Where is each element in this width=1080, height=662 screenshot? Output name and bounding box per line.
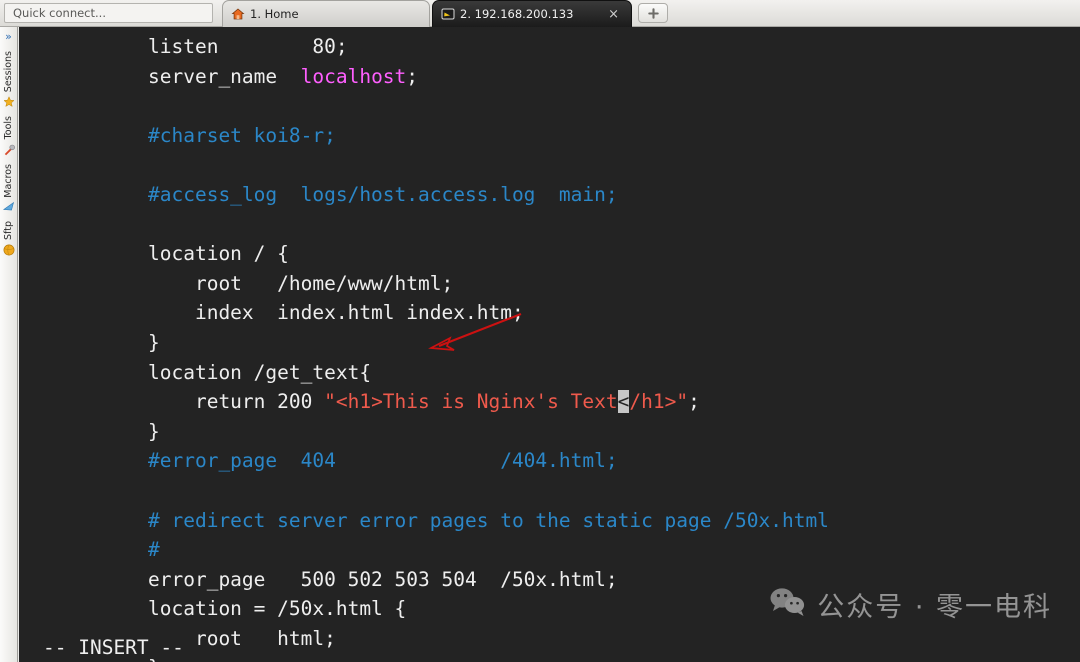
code-line: #error_page 404 /404.html; (19, 446, 829, 476)
code-token: /h1>" (629, 390, 689, 414)
code-line: # redirect server error pages to the sta… (19, 506, 829, 536)
watermark-text: 公众号 · 零一电科 (817, 592, 1052, 623)
code-token: index index.html index.htm; (148, 301, 524, 325)
star-icon (2, 95, 15, 108)
code-line: location / { (19, 239, 829, 269)
code-line: location = /50x.html { (19, 594, 829, 624)
expand-sidebar-icon[interactable]: » (5, 31, 12, 43)
terminal-pane[interactable]: listen 80; server_name localhost; #charse… (19, 27, 1080, 662)
left-sidebar: » Sessions Tools Macros Sftp (0, 27, 18, 662)
tab-home[interactable]: 1. Home (222, 0, 430, 27)
code-token: location = /50x.html { (148, 597, 407, 621)
code-token: #access_log logs/host.access.log main; (148, 182, 618, 206)
code-token: # (148, 538, 160, 562)
macros-icon (2, 200, 15, 212)
sidebar-item-tools[interactable]: Tools (3, 116, 15, 159)
close-icon[interactable]: × (606, 8, 621, 21)
sidebar-item-sessions[interactable]: Sessions (2, 51, 15, 112)
code-token: root /home/www/html; (148, 271, 454, 295)
text-cursor: < (617, 390, 630, 414)
code-line: #access_log logs/host.access.log main; (19, 180, 829, 210)
code-token: } (148, 419, 160, 443)
terminal-icon (441, 7, 455, 21)
home-icon (231, 7, 245, 21)
sidebar-item-sftp[interactable]: Sftp (3, 221, 15, 260)
code-line: return 200 "<h1>This is Nginx's Text</h1… (19, 387, 829, 417)
code-token: location /get_text{ (148, 360, 372, 384)
tab-session-label: 2. 192.168.200.133 (460, 7, 574, 21)
new-tab-button[interactable] (638, 3, 668, 23)
code-token: "<h1>This is Nginx's Text (324, 390, 618, 414)
code-token: return 200 (148, 390, 325, 414)
vim-editor-buffer[interactable]: listen 80; server_name localhost; #charse… (19, 27, 829, 662)
code-token: location / { (148, 242, 289, 266)
code-line: } (19, 328, 829, 358)
code-token: #error_page 404 /404.html; (148, 449, 618, 473)
code-token: #charset koi8-r; (148, 123, 336, 147)
code-token: } (148, 330, 160, 354)
code-line: listen 80; (19, 32, 829, 62)
sidebar-item-sessions-label: Sessions (3, 51, 14, 93)
code-token: server_name (148, 64, 301, 88)
top-toolbar: Quick connect... 1. Home 2. 192.168.200.… (0, 0, 1080, 27)
code-line: #charset koi8-r; (19, 121, 829, 151)
code-line: } (19, 417, 829, 447)
watermark: 公众号 · 零一电科 (769, 585, 1052, 624)
code-token: listen 80; (148, 35, 348, 58)
code-line: server_name localhost; (19, 62, 829, 92)
code-line: # (19, 535, 829, 565)
tools-icon (3, 143, 15, 155)
tab-home-label: 1. Home (250, 7, 299, 21)
vim-status-line: -- INSERT -- (43, 636, 184, 659)
sidebar-item-macros-label: Macros (3, 163, 14, 198)
tab-session-192-168-200-133[interactable]: 2. 192.168.200.133 × (432, 0, 632, 27)
tab-bar: 1. Home 2. 192.168.200.133 × (222, 0, 632, 27)
app-window: Quick connect... 1. Home 2. 192.168.200.… (0, 0, 1080, 662)
wechat-icon (769, 586, 807, 623)
quick-connect-input[interactable]: Quick connect... (4, 3, 213, 23)
code-line: index index.html index.htm; (19, 298, 829, 328)
code-token: ; (688, 390, 700, 414)
code-token: localhost (300, 64, 407, 88)
code-line: root /home/www/html; (19, 269, 829, 299)
plus-icon (647, 7, 659, 19)
sidebar-item-sftp-label: Sftp (3, 221, 14, 241)
code-token: ; (406, 64, 419, 88)
code-line: location /get_text{ (19, 358, 829, 388)
sidebar-item-macros[interactable]: Macros (2, 163, 15, 218)
code-token: error_page 500 502 503 504 /50x.html; (148, 567, 618, 591)
sftp-icon (3, 243, 15, 256)
sidebar-item-tools-label: Tools (3, 116, 14, 140)
code-line: error_page 500 502 503 504 /50x.html; (19, 565, 829, 595)
code-token: # redirect server error pages to the sta… (148, 508, 829, 532)
